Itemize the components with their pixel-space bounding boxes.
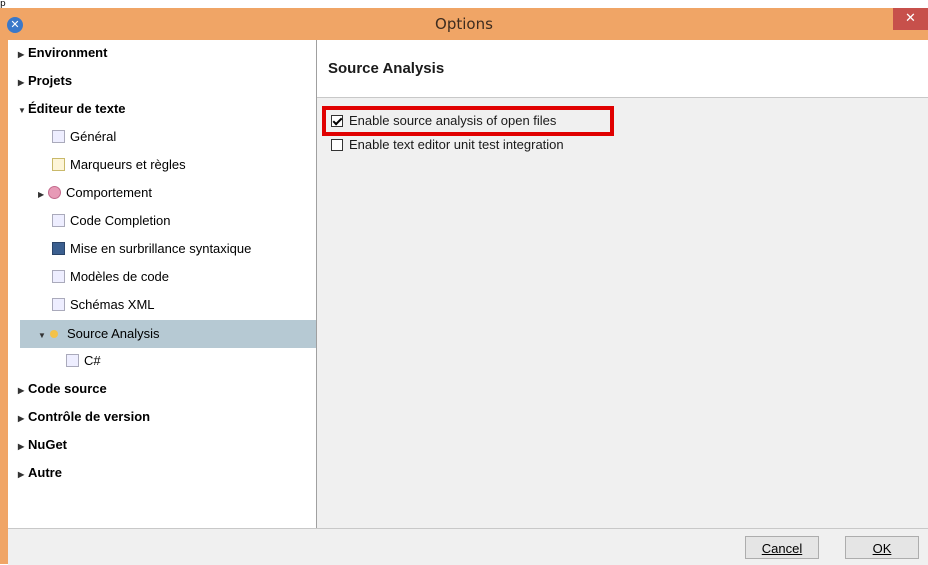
title-bar: ✕ Options ✕	[0, 8, 928, 40]
expand-arrow-icon[interactable]: ▶	[18, 70, 28, 96]
tree-item-editeur-de-texte[interactable]: ▼ Éditeur de texte	[18, 96, 126, 122]
tree-item-source-analysis[interactable]: ▼ Source Analysis	[20, 320, 316, 348]
dialog-client: ▶ Environment ▶ Projets ▼ Éditeur de texte …	[8, 40, 928, 565]
options-tree: ▶ Environment ▶ Projets ▼ Éditeur de texte …	[8, 40, 317, 528]
checkbox-unchecked[interactable]	[331, 139, 343, 151]
tree-item-csharp[interactable]: C#	[66, 348, 101, 374]
expand-arrow-icon[interactable]: ▶	[18, 42, 28, 68]
tree-item-general[interactable]: Général	[52, 124, 116, 150]
brain-icon	[48, 186, 61, 199]
source-analysis-dot-icon	[50, 330, 58, 338]
tree-item-schemas-xml[interactable]: Schémas XML	[52, 292, 155, 318]
tree-item-syntax-highlighting[interactable]: Mise en surbrillance syntaxique	[52, 236, 251, 262]
highlight-icon	[52, 242, 65, 255]
page-icon	[52, 130, 65, 143]
window-title: Options	[435, 15, 493, 33]
csharp-file-icon	[66, 354, 79, 367]
tree-item-code-completion[interactable]: Code Completion	[52, 208, 170, 234]
top-strip: p	[0, 0, 928, 9]
tree-item-controle-de-version[interactable]: ▶ Contrôle de version	[18, 404, 150, 430]
cancel-button[interactable]: Cancel	[745, 536, 819, 559]
options-panel: Source Analysis Enable source analysis o…	[317, 40, 928, 528]
list-icon	[52, 214, 65, 227]
expand-arrow-icon[interactable]: ▶	[38, 182, 48, 208]
expand-arrow-icon[interactable]: ▶	[18, 462, 28, 488]
template-icon	[52, 270, 65, 283]
options-window: ✕ Options ✕ ▶ Environment ▶ Projets ▼ Édite…	[0, 8, 928, 565]
expand-arrow-icon[interactable]: ▶	[18, 434, 28, 460]
tree-item-comportement[interactable]: ▶ Comportement	[38, 180, 152, 206]
tree-item-marqueurs[interactable]: Marqueurs et règles	[52, 152, 186, 178]
close-button[interactable]: ✕	[893, 8, 928, 30]
collapse-arrow-icon[interactable]: ▼	[38, 322, 48, 350]
panel-title: Source Analysis	[328, 60, 445, 77]
ok-button[interactable]: OK	[845, 536, 919, 559]
tree-item-projets[interactable]: ▶ Projets	[18, 68, 72, 94]
expand-arrow-icon[interactable]: ▶	[18, 378, 28, 404]
tree-item-autre[interactable]: ▶ Autre	[18, 460, 62, 486]
option-unit-test-integration[interactable]: Enable text editor unit test integration	[331, 135, 564, 155]
tree-item-environment[interactable]: ▶ Environment	[18, 40, 107, 66]
option-source-analysis-open-files[interactable]: Enable source analysis of open files	[331, 111, 556, 131]
expand-arrow-icon[interactable]: ▶	[18, 406, 28, 432]
tree-item-nuget[interactable]: ▶ NuGet	[18, 432, 67, 458]
close-icon: ✕	[905, 11, 916, 26]
xml-icon	[52, 298, 65, 311]
dialog-footer: Cancel OK	[8, 528, 928, 565]
tree-item-code-source[interactable]: ▶ Code source	[18, 376, 107, 402]
panel-header: Source Analysis	[317, 40, 928, 98]
checkbox-checked[interactable]	[331, 115, 343, 127]
markers-icon	[52, 158, 65, 171]
tree-item-modeles-de-code[interactable]: Modèles de code	[52, 264, 169, 290]
collapse-arrow-icon[interactable]: ▼	[18, 98, 28, 124]
